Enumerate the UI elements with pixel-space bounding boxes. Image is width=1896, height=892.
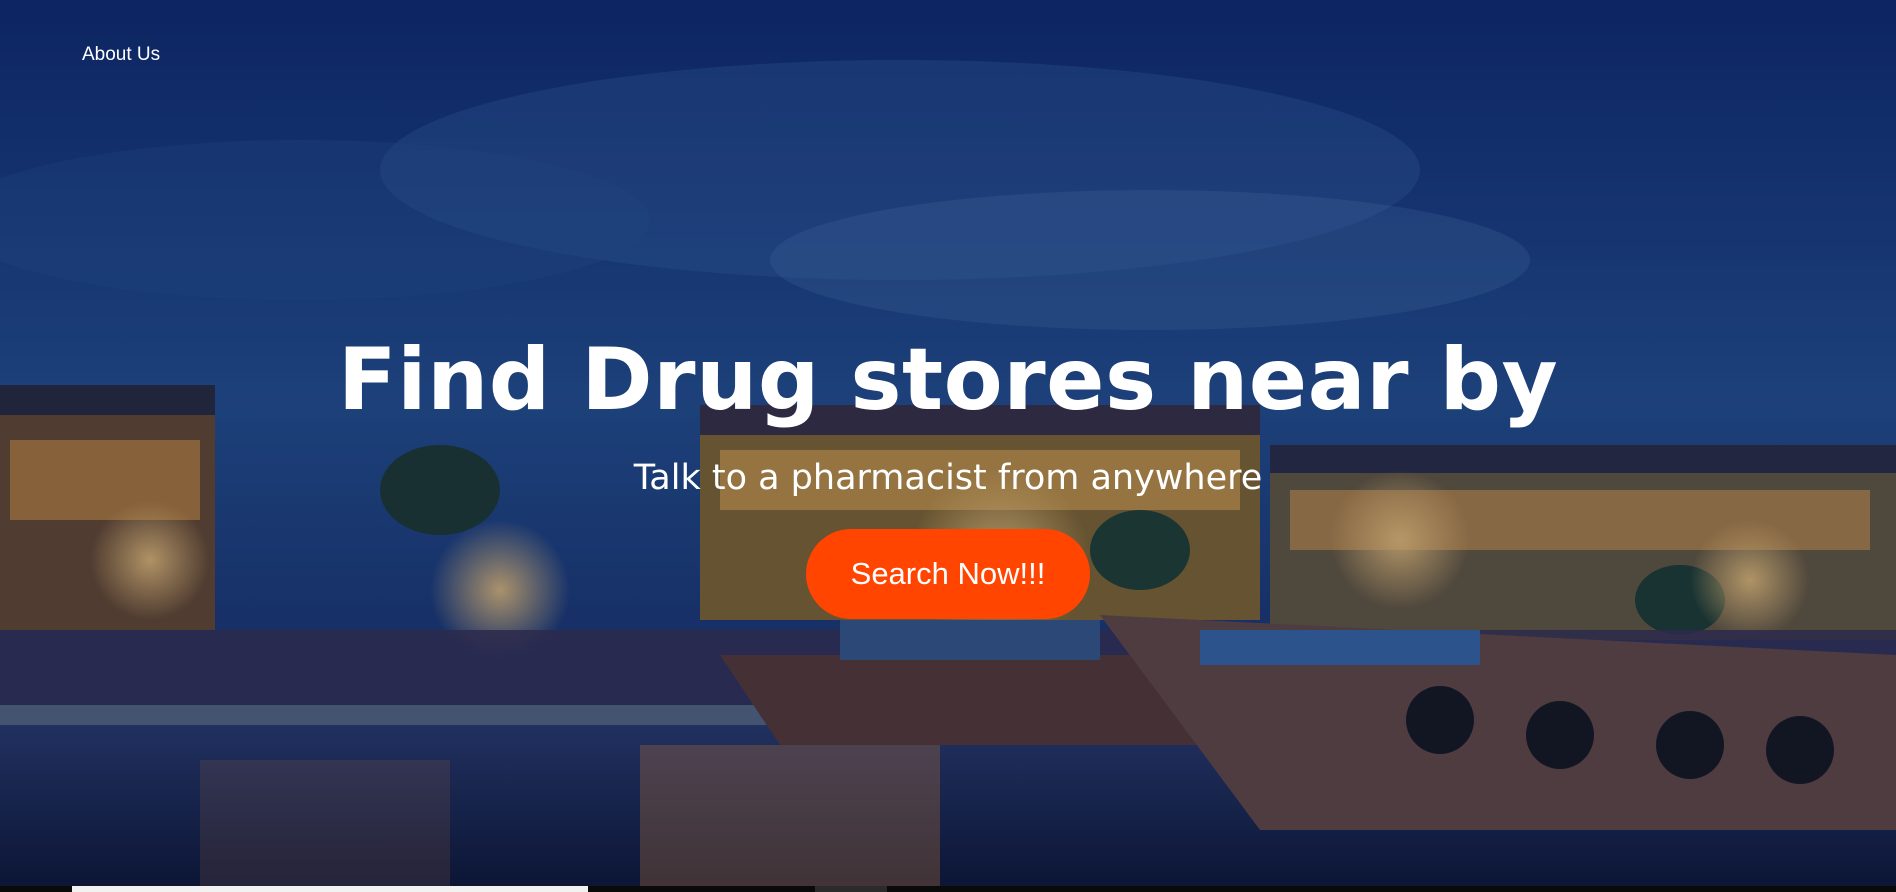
hero-background-image (0, 0, 1896, 886)
horizontal-scrollbar[interactable] (0, 886, 1896, 892)
top-nav: About Us (82, 44, 160, 66)
hero-subheadline: Talk to a pharmacist from anywhere (633, 458, 1263, 498)
about-us-link[interactable]: About Us (82, 44, 160, 65)
scrollbar-segment (815, 886, 887, 892)
scrollbar-thumb[interactable] (72, 886, 588, 892)
hero-headline: Find Drug stores near by (337, 330, 1559, 430)
hero-section: About Us Find Drug stores near by Talk t… (0, 0, 1896, 886)
search-now-button[interactable]: Search Now!!! (806, 529, 1090, 619)
